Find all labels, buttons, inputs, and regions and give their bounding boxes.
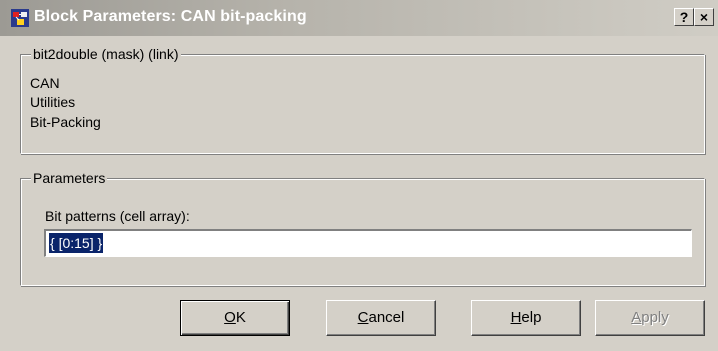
ok-button-label: K <box>235 309 246 326</box>
help-question-icon[interactable]: ? <box>674 8 694 26</box>
description-line-can: CAN <box>30 75 60 91</box>
cancel-button-label: ancel <box>368 309 405 326</box>
close-x-icon[interactable]: × <box>694 8 714 26</box>
apply-button-label: pply <box>641 309 669 326</box>
apply-button-mnemonic: A <box>631 309 642 326</box>
title-bar[interactable]: Block Parameters: CAN bit-packing ? × <box>0 0 718 36</box>
help-button-label: elp <box>521 309 542 326</box>
ok-button[interactable]: OK <box>180 300 290 336</box>
description-line-bit-packing: Bit-Packing <box>30 114 101 130</box>
bit-patterns-selected-value[interactable]: { [0:15] } <box>47 232 105 254</box>
bit-patterns-input[interactable]: { [0:15] } <box>44 229 692 257</box>
description-line-utilities: Utilities <box>30 94 76 110</box>
cancel-button-mnemonic: C <box>357 309 369 326</box>
apply-button[interactable]: Apply <box>595 300 705 336</box>
simulink-block-icon <box>11 9 29 27</box>
cancel-button[interactable]: Cancel <box>326 300 436 336</box>
bit-patterns-label: Bit patterns (cell array): <box>45 208 190 224</box>
description-group: bit2double (mask) (link) <box>20 46 705 154</box>
help-button[interactable]: Help <box>471 300 581 336</box>
help-button-mnemonic: H <box>510 309 522 326</box>
block-parameters-dialog: Block Parameters: CAN bit-packing ? × bi… <box>0 0 718 351</box>
window-title: Block Parameters: CAN bit-packing <box>34 8 307 25</box>
description-group-legend: bit2double (mask) (link) <box>31 46 181 62</box>
parameters-group-legend: Parameters <box>31 170 108 186</box>
ok-button-mnemonic: O <box>224 309 236 326</box>
